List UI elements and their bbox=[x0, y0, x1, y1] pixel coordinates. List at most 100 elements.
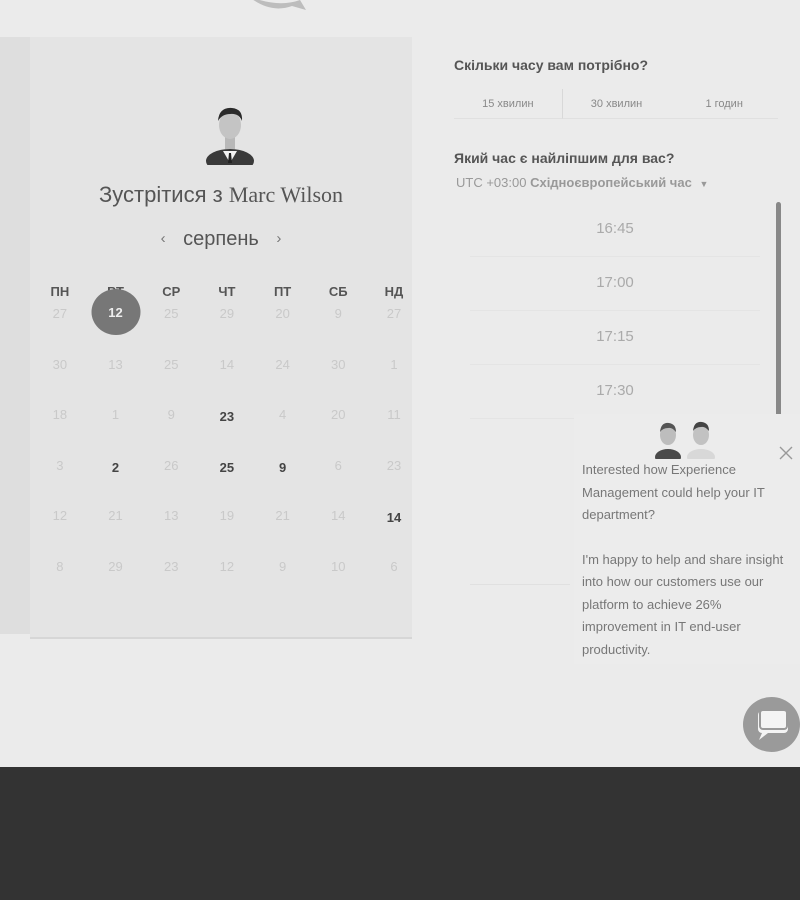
calendar-day-number: 27 bbox=[386, 306, 402, 321]
calendar-day: 14 bbox=[310, 499, 366, 550]
calendar-day: 25 bbox=[143, 297, 199, 348]
popup-message-1: Interested how Experience Management cou… bbox=[582, 462, 765, 522]
calendar-day[interactable]: 2 bbox=[88, 449, 144, 500]
calendar-day-number: 4 bbox=[278, 407, 287, 422]
calendar-day: 1 bbox=[88, 398, 144, 449]
calendar-day[interactable]: 23 bbox=[199, 398, 255, 449]
calendar-day: 29 bbox=[88, 550, 144, 601]
calendar-day-number: 19 bbox=[219, 508, 235, 523]
calendar-day: 20 bbox=[255, 297, 311, 348]
calendar-day: 21 bbox=[88, 499, 144, 550]
time-slot[interactable]: 16:45 bbox=[470, 202, 760, 257]
calendar-day: 18 bbox=[32, 398, 88, 449]
calendar-day: 27 bbox=[366, 297, 422, 348]
calendar-day: 6 bbox=[310, 449, 366, 500]
calendar-day: 25 bbox=[143, 348, 199, 399]
agent-avatars bbox=[655, 421, 715, 459]
calendar-day: 8 bbox=[32, 550, 88, 601]
calendar-day-number: 10 bbox=[331, 558, 346, 574]
caret-down-icon: ▼ bbox=[699, 179, 709, 189]
calendar-day-selected[interactable]: 12 bbox=[88, 289, 144, 348]
calendar-day-number: 2 bbox=[111, 459, 120, 475]
calendar-day-number: 13 bbox=[163, 508, 179, 523]
calendar-day-number: 11 bbox=[387, 407, 401, 422]
page-footer bbox=[0, 767, 800, 900]
calendar-day: 1 bbox=[366, 348, 422, 399]
time-slot[interactable]: 17:00 bbox=[470, 256, 760, 311]
calendar-day-number: 8 bbox=[56, 558, 64, 574]
calendar-day: 20 bbox=[310, 398, 366, 449]
calendar-day[interactable]: 9 bbox=[255, 449, 311, 500]
calendar-day-number: 9 bbox=[278, 459, 287, 475]
calendar-day: 12 bbox=[199, 550, 255, 601]
calendar-day: 26 bbox=[143, 449, 199, 500]
calendar-day-number: 21 bbox=[108, 508, 123, 523]
left-background-strip bbox=[0, 37, 30, 634]
calendar-day-number: 18 bbox=[52, 407, 68, 422]
calendar-day: 13 bbox=[143, 499, 199, 550]
chevron-right-icon[interactable]: › bbox=[276, 230, 281, 247]
calendar-day: 3 bbox=[32, 449, 88, 500]
calendar-day-number: 25 bbox=[163, 306, 179, 321]
top-logo-shape bbox=[253, 0, 306, 10]
meeting-title: Зустрітися з Marc Wilson bbox=[30, 182, 412, 208]
calendar-day-number: 1 bbox=[390, 356, 398, 372]
timezone-offset: UTC +03:00 bbox=[456, 175, 527, 190]
calendar-day: 12 bbox=[32, 499, 88, 550]
calendar-day-number: 30 bbox=[52, 356, 68, 372]
time-question: Який час є найліпшим для вас? bbox=[454, 150, 675, 166]
calendar-day: 13 bbox=[88, 348, 144, 399]
calendar-day-number: 14 bbox=[219, 356, 235, 372]
calendar-grid: 27 12 25 29 20 9 27 30 13 25 14 24 30 1 18 1 9 23 4 20 11 3 2 2… bbox=[32, 289, 422, 601]
calendar-day-number: 21 bbox=[275, 508, 290, 523]
chevron-left-icon[interactable]: ‹ bbox=[161, 230, 166, 247]
timezone-selector[interactable]: UTC +03:00 Східноєвропейський час ▼ bbox=[456, 175, 708, 190]
calendar-day-number: 29 bbox=[108, 558, 123, 574]
chat-launcher-button[interactable] bbox=[743, 697, 800, 752]
calendar-day-number: 26 bbox=[163, 457, 179, 473]
calendar-day: 9 bbox=[310, 297, 366, 348]
calendar-day: 21 bbox=[255, 499, 311, 550]
calendar-day[interactable]: 14 bbox=[366, 499, 422, 550]
month-label: серпень bbox=[183, 228, 259, 250]
calendar-day: 30 bbox=[310, 348, 366, 399]
close-icon[interactable] bbox=[779, 446, 793, 460]
time-slot-scrollbar[interactable] bbox=[776, 202, 781, 434]
timezone-name: Східноєвропейський час bbox=[530, 175, 692, 190]
calendar-day-number: 25 bbox=[163, 356, 179, 372]
calendar-day-number: 1 bbox=[111, 407, 120, 422]
duration-question: Скільки часу вам потрібно? bbox=[454, 57, 649, 73]
time-slot[interactable]: 17:30 bbox=[470, 364, 760, 419]
calendar-day-number: 6 bbox=[334, 457, 342, 473]
calendar-day: 29 bbox=[199, 297, 255, 348]
duration-option-60[interactable]: 1 годин bbox=[670, 89, 779, 119]
duration-options: 15 хвилин 30 хвилин 1 годин bbox=[454, 89, 779, 119]
calendar-day-number: 12 bbox=[91, 289, 141, 335]
popup-message-2: I'm happy to help and share insight into… bbox=[582, 551, 784, 657]
host-name: Marc Wilson bbox=[228, 182, 344, 207]
calendar-day: 10 bbox=[310, 550, 366, 601]
calendar-day: 6 bbox=[366, 550, 422, 601]
calendar-day: 23 bbox=[143, 550, 199, 601]
calendar-day: 30 bbox=[32, 348, 88, 399]
duration-option-15[interactable]: 15 хвилин bbox=[454, 89, 562, 119]
calendar-day[interactable]: 25 bbox=[199, 449, 255, 500]
host-avatar bbox=[206, 107, 254, 165]
duration-option-30[interactable]: 30 хвилин bbox=[561, 89, 671, 119]
calendar-day-number: 14 bbox=[386, 510, 402, 525]
calendar-day-number: 3 bbox=[56, 457, 64, 473]
calendar-day: 19 bbox=[199, 499, 255, 550]
calendar-day-number: 9 bbox=[167, 407, 175, 422]
popup-message: Interested how Experience Management cou… bbox=[582, 459, 794, 683]
calendar-day-number: 9 bbox=[278, 558, 287, 574]
calendar-day-number: 14 bbox=[331, 508, 346, 523]
time-slot[interactable]: 17:15 bbox=[470, 310, 760, 365]
meeting-title-prefix: Зустрітися з bbox=[98, 182, 223, 207]
calendar-day-number: 23 bbox=[219, 409, 235, 424]
calendar-day: 24 bbox=[255, 348, 311, 399]
calendar-day: 11 bbox=[366, 398, 422, 449]
calendar-day: 23 bbox=[366, 449, 422, 500]
calendar-day: 4 bbox=[255, 398, 311, 449]
calendar-day-number: 29 bbox=[219, 306, 235, 321]
calendar-day: 27 bbox=[32, 297, 88, 348]
